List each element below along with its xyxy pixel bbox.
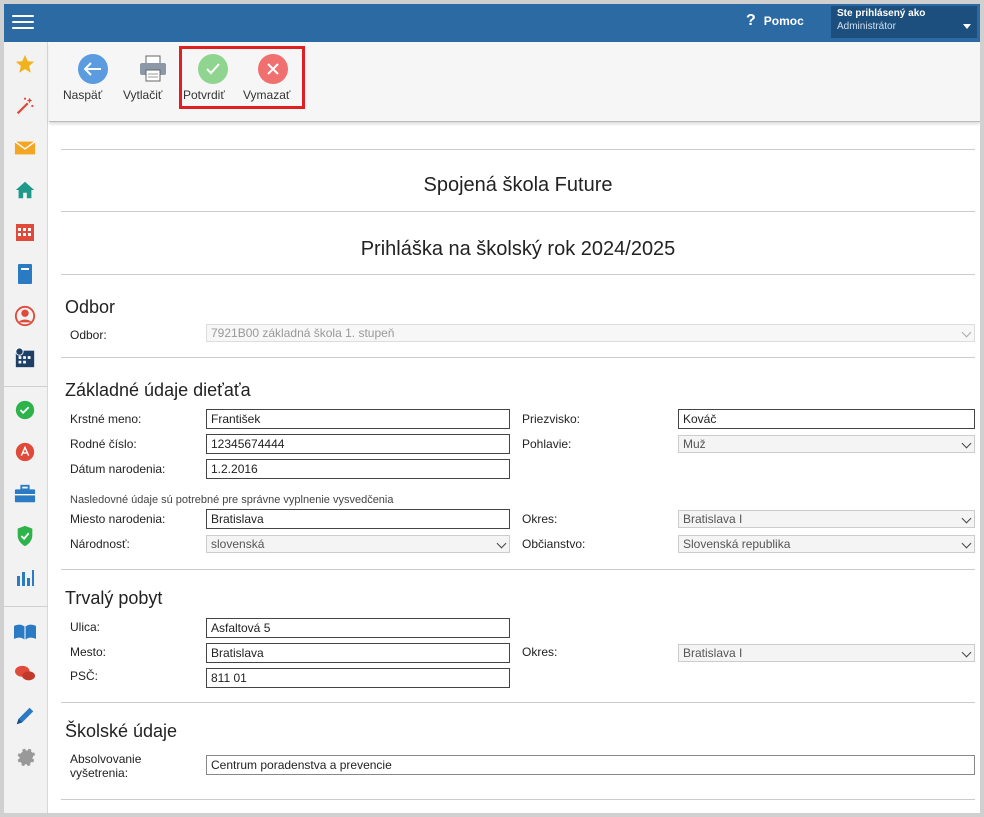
school-name: Spojená škola Future (423, 174, 613, 196)
chevron-down-icon (961, 438, 972, 449)
gender-select[interactable]: Muž (678, 435, 975, 453)
zip-label: PSČ: (70, 669, 99, 683)
odbor-label: Odbor: (70, 328, 107, 342)
chevron-down-icon (961, 513, 972, 524)
mail-icon[interactable] (13, 136, 37, 160)
chevron-down-icon (961, 647, 972, 658)
birth-date-input[interactable] (206, 459, 510, 479)
close-icon (258, 54, 288, 84)
exam-label-line2: vyšetrenia: (70, 766, 129, 780)
birth-place-label: Miesto narodenia: (70, 512, 166, 526)
surname-label: Priezvisko: (522, 412, 581, 426)
confirm-button[interactable]: Potvrdiť (183, 54, 243, 102)
nationality-select[interactable]: slovenská (206, 535, 510, 553)
gender-value: Muž (683, 437, 706, 451)
certificate-note: Nasledovné údaje sú potrebné pre správne… (70, 494, 394, 506)
district-label: Okres: (522, 512, 558, 526)
section-child: Základné údaje dieťaťa (65, 380, 251, 400)
briefcase-icon[interactable] (13, 482, 37, 506)
city-label: Mesto: (70, 645, 107, 659)
bar-chart-icon[interactable] (13, 566, 37, 590)
street-input[interactable] (206, 618, 510, 638)
notebook-icon[interactable] (13, 262, 37, 286)
city-input[interactable] (206, 643, 510, 663)
gender-label: Pohlavie: (522, 437, 572, 451)
gear-icon[interactable] (13, 744, 37, 768)
birth-number-label: Rodné číslo: (70, 437, 137, 451)
arrow-left-icon (78, 54, 108, 84)
district-select[interactable]: Bratislava I (678, 510, 975, 528)
print-button[interactable]: Vytlačiť (123, 54, 183, 102)
citizenship-select[interactable]: Slovenská republika (678, 535, 975, 553)
user-menu[interactable]: Ste prihlásený ako Administrátor (831, 6, 977, 38)
nationality-value: slovenská (211, 537, 265, 551)
odbor-select[interactable]: 7921B00 základná škola 1. stupeň (206, 324, 975, 342)
birth-number-input[interactable] (206, 434, 510, 454)
chevron-down-icon (961, 327, 972, 338)
help-icon: ? (746, 12, 756, 29)
chevron-down-icon (961, 538, 972, 549)
back-label: Naspäť (63, 88, 103, 102)
citizenship-label: Občianstvo: (522, 537, 586, 551)
exam-input[interactable] (206, 755, 975, 775)
zip-input[interactable] (206, 668, 510, 688)
birth-place-input[interactable] (206, 509, 510, 529)
residence-district-label: Okres: (522, 645, 558, 659)
check-icon (198, 54, 228, 84)
magic-wand-icon[interactable] (13, 94, 37, 118)
top-bar: ? Pomoc Ste prihlásený ako Administrátor (4, 4, 980, 42)
chevron-down-icon (963, 24, 971, 29)
open-book-icon[interactable] (13, 620, 37, 644)
sidebar (4, 42, 48, 813)
toolbar: Naspäť Vytlačiť Potvrdiť Vymazať (49, 42, 980, 122)
delete-button[interactable]: Vymazať (243, 54, 303, 102)
schedule-icon[interactable] (13, 346, 37, 370)
help-label: Pomoc (763, 14, 804, 28)
section-school: Školské údaje (65, 721, 178, 741)
back-button[interactable]: Naspäť (63, 54, 123, 102)
section-residence: Trvalý pobyt (65, 588, 163, 608)
surname-input[interactable] (678, 409, 975, 429)
residence-district-select[interactable]: Bratislava I (678, 644, 975, 662)
printer-icon (138, 54, 168, 84)
print-label: Vytlačiť (123, 88, 163, 102)
section-odbor: Odbor (65, 297, 116, 317)
district-value: Bratislava I (683, 512, 743, 526)
star-icon[interactable] (13, 52, 37, 76)
user-role: Administrátor (837, 21, 896, 32)
delete-label: Vymazať (243, 88, 291, 102)
street-label: Ulica: (70, 620, 101, 634)
shield-check-icon[interactable] (13, 524, 37, 548)
nationality-label: Národnosť: (70, 537, 130, 551)
confirm-label: Potvrdiť (183, 88, 225, 102)
menu-icon[interactable] (12, 11, 34, 33)
acrobat-icon[interactable] (13, 440, 37, 464)
pen-icon[interactable] (13, 704, 37, 728)
odbor-value: 7921B00 základná škola 1. stupeň (211, 326, 395, 340)
chat-bubbles-icon[interactable] (13, 662, 37, 686)
exam-label-line1: Absolvovanie (70, 752, 142, 766)
home-icon[interactable] (13, 178, 37, 202)
first-name-label: Krstné meno: (70, 412, 142, 426)
user-caption: Ste prihlásený ako (837, 8, 926, 19)
form-title: Prihláška na školský rok 2024/2025 (360, 238, 676, 260)
calendar-grid-icon[interactable] (13, 220, 37, 244)
help-button[interactable]: ? Pomoc (746, 12, 804, 30)
user-profile-icon[interactable] (13, 304, 37, 328)
first-name-input[interactable] (206, 409, 510, 429)
app-window: ? Pomoc Ste prihlásený ako Administrátor (0, 0, 984, 817)
birth-date-label: Dátum narodenia: (70, 462, 166, 476)
residence-district-value: Bratislava I (683, 646, 743, 660)
citizenship-value: Slovenská republika (683, 537, 791, 551)
chevron-down-icon (496, 538, 507, 549)
check-circle-icon[interactable] (13, 398, 37, 422)
